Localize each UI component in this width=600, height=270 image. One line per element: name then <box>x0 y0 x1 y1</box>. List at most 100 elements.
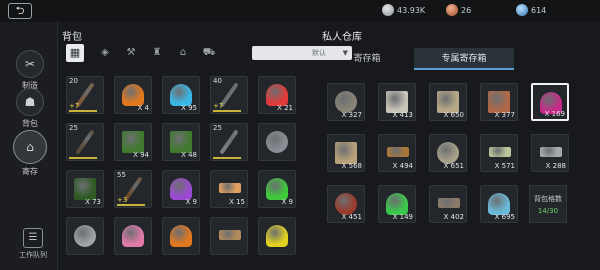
inventory-slot[interactable]: X 402 <box>429 185 467 223</box>
warehouse-title: 私人仓库 <box>322 32 362 43</box>
inventory-slot[interactable]: X 288 <box>531 134 569 172</box>
inventory-slot[interactable]: X 95 <box>162 76 200 114</box>
work-queue-label: 工作队列 <box>19 251 47 259</box>
gem-amount: 614 <box>531 6 547 15</box>
item-count: X 494 <box>392 162 413 170</box>
cloth-icon <box>386 91 408 113</box>
grid-all-icon[interactable]: ▦ <box>66 44 84 62</box>
tab-exclusive-storage-box[interactable]: 专属寄存箱 <box>414 48 514 70</box>
silver-amount: 43.93K <box>397 6 426 15</box>
sidebar-item-bag[interactable]: ☗ 背包 <box>10 88 50 129</box>
item-level: 25 <box>69 124 78 132</box>
item-count: X 650 <box>443 111 464 119</box>
wood-icon <box>438 198 460 208</box>
material-icon[interactable]: ◈ <box>96 44 114 62</box>
silver-currency: 43.93K <box>382 4 425 18</box>
inventory-slot[interactable]: X 571 <box>480 134 518 172</box>
inventory-slot[interactable]: 20 +7 <box>66 76 104 114</box>
item-count: X 288 <box>545 162 566 170</box>
silver-coin-icon <box>382 4 394 16</box>
capacity-slot: 背包格数 14/30 <box>529 185 567 223</box>
horn-icon <box>219 230 241 240</box>
back-arrow-icon[interactable]: ⮌ <box>8 3 32 19</box>
item-count: X 169 <box>544 110 565 118</box>
tools-icon[interactable]: ⚒ <box>122 44 140 62</box>
scrap-icon <box>335 91 357 113</box>
fire-icon <box>170 225 192 247</box>
inventory-slot[interactable]: 55 +3 <box>114 170 152 208</box>
green-book-icon <box>122 131 144 153</box>
durability-bar <box>213 110 241 112</box>
work-queue-button[interactable]: ☰ 工作队列 <box>16 228 50 260</box>
inventory-slot[interactable]: X 650 <box>429 83 467 121</box>
inventory-slot[interactable]: X 21 <box>258 76 296 114</box>
task-list-icon: ☰ <box>23 228 43 248</box>
inventory-slot[interactable] <box>66 217 104 255</box>
top-bar: ⮌ 43.93K 26 614 <box>0 0 600 22</box>
bag-icon: ☗ <box>16 88 44 116</box>
house-icon: ⌂ <box>13 130 47 164</box>
inventory-slot[interactable]: X 377 <box>480 83 518 121</box>
potion-icon[interactable]: ♜ <box>148 44 166 62</box>
inventory-slot[interactable]: X 48 <box>162 123 200 161</box>
item-count: X 94 <box>133 151 149 159</box>
item-count: X 95 <box>181 104 197 112</box>
item-level: 55 <box>117 171 126 179</box>
item-count: X 48 <box>181 151 197 159</box>
meat-icon <box>335 193 357 215</box>
item-enhance: +3 <box>117 196 128 204</box>
sidebar-item-label: 背包 <box>22 119 38 128</box>
inventory-slot[interactable]: X 451 <box>327 185 365 223</box>
inventory-slot[interactable]: X 494 <box>378 134 416 172</box>
item-level: 25 <box>213 124 222 132</box>
left-sidebar: ✂ 制造 ☗ 背包 ⌂ 寄存 ☰ 工作队列 <box>0 22 58 270</box>
inventory-slot[interactable]: X 651 <box>429 134 467 172</box>
inventory-slot[interactable]: X 73 <box>66 170 104 208</box>
inventory-slot[interactable]: X 568 <box>327 134 365 172</box>
green-book-icon <box>170 131 192 153</box>
inventory-slot[interactable]: 25 <box>210 123 248 161</box>
backpack-filter-bar: ▦ ◈ ⚒ ♜ ⌂ ⛟ 默认 ▼ <box>62 44 352 62</box>
inventory-slot[interactable]: X 9 <box>258 170 296 208</box>
fire-icon <box>122 84 144 106</box>
inventory-slot[interactable] <box>258 123 296 161</box>
item-count: X 568 <box>341 162 362 170</box>
building-icon[interactable]: ⌂ <box>174 44 192 62</box>
inventory-slot[interactable]: 40 +7 <box>210 76 248 114</box>
inventory-slot[interactable]: X 413 <box>378 83 416 121</box>
inventory-slot[interactable]: 25 <box>66 123 104 161</box>
stone-icon <box>74 225 96 247</box>
capacity-value: 14/30 <box>537 207 559 215</box>
sidebar-item-storage[interactable]: ⌂ 寄存 <box>10 130 50 177</box>
sidebar-item-craft[interactable]: ✂ 制造 <box>10 50 50 91</box>
inventory-slot[interactable]: X 94 <box>114 123 152 161</box>
durability-bar <box>69 157 97 159</box>
inventory-slot[interactable]: X 169 <box>531 83 569 121</box>
inventory-slot[interactable]: X 149 <box>378 185 416 223</box>
capacity-label: 背包格数 <box>534 195 562 203</box>
staff-icon <box>75 129 95 155</box>
crystal-icon <box>488 193 510 215</box>
yellow-powder-icon <box>266 225 288 247</box>
inventory-slot[interactable]: X 695 <box>480 185 518 223</box>
inventory-slot[interactable]: X 327 <box>327 83 365 121</box>
inventory-slot[interactable]: X 15 <box>210 170 248 208</box>
gem-currency: 614 <box>516 4 546 18</box>
inventory-slot[interactable] <box>114 217 152 255</box>
inventory-slot[interactable] <box>258 217 296 255</box>
inventory-slot[interactable] <box>210 217 248 255</box>
item-level: 20 <box>69 77 78 85</box>
axe-icon <box>219 129 239 155</box>
bone-icon <box>219 183 241 193</box>
inventory-slot[interactable] <box>162 217 200 255</box>
item-count: X 377 <box>494 111 515 119</box>
tab-storage-box[interactable]: 寄存箱 <box>322 48 412 70</box>
cart-icon[interactable]: ⛟ <box>200 44 218 62</box>
item-count: X 402 <box>443 213 464 221</box>
blue-gem-icon <box>516 4 528 16</box>
inventory-slot[interactable]: X 9 <box>162 170 200 208</box>
item-enhance: +7 <box>69 102 80 110</box>
inventory-slot[interactable]: X 4 <box>114 76 152 114</box>
item-count: X 4 <box>137 104 149 112</box>
item-count: X 73 <box>85 198 101 206</box>
